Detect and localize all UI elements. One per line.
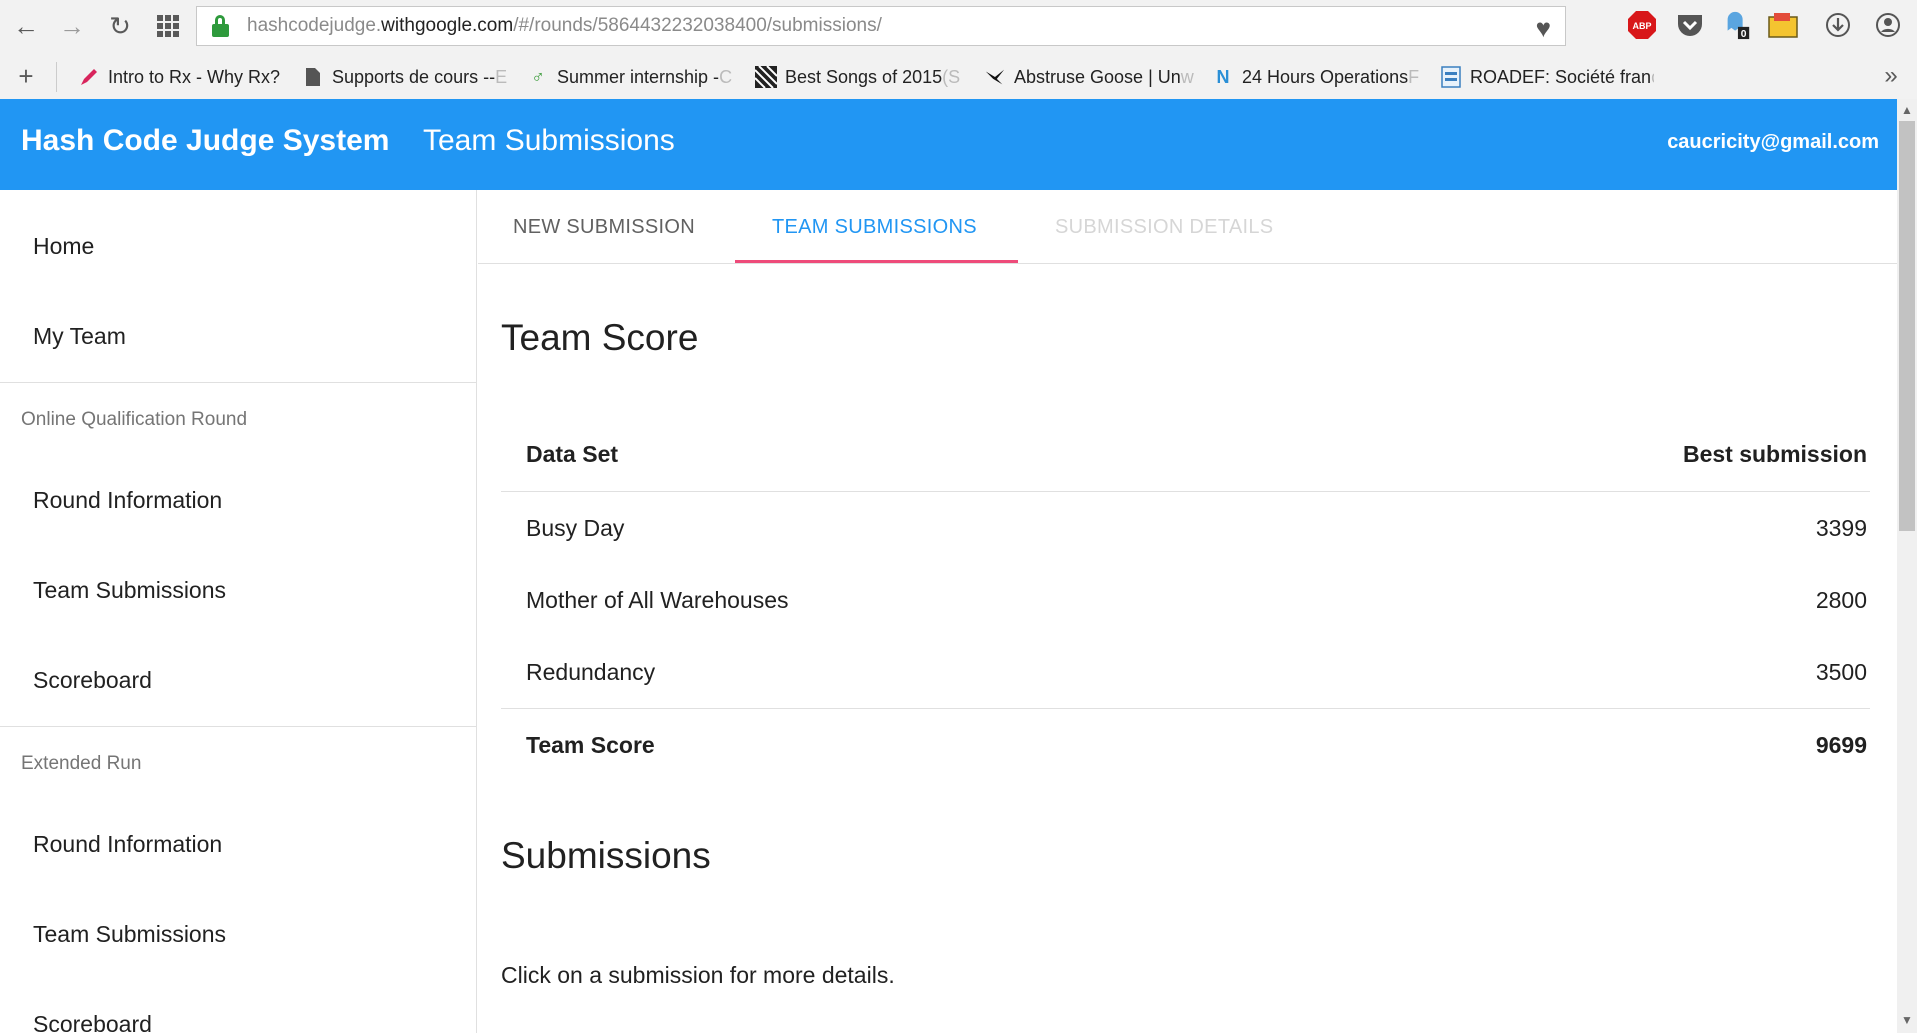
apps-grid-icon[interactable] <box>152 10 184 42</box>
reload-icon[interactable]: ↻ <box>104 10 136 42</box>
app-title[interactable]: Hash Code Judge System <box>21 124 389 158</box>
bookmark-item[interactable]: ROADEF: Société franç <box>1440 64 1654 90</box>
extension-badge: 0 <box>1741 29 1747 40</box>
total-value: 9699 <box>1815 732 1867 758</box>
stripes-icon <box>755 66 777 88</box>
bookmark-label-fade: E <box>495 66 508 87</box>
bookmark-label-fade: C <box>719 66 733 87</box>
page-icon <box>302 66 324 88</box>
dataset-score: 3500 <box>1815 659 1867 685</box>
bookmark-label: ROADEF: Société fran <box>1470 66 1652 87</box>
ghostery-icon[interactable]: 0 <box>1722 10 1752 40</box>
sidebar-item-team-submissions[interactable]: Team Submissions <box>33 577 226 604</box>
sidebar-item-team-submissions[interactable]: Team Submissions <box>33 921 226 948</box>
add-bookmark-icon[interactable]: + <box>10 60 42 92</box>
sidebar-item-scoreboard[interactable]: Scoreboard <box>33 1011 152 1033</box>
active-tab-indicator <box>735 260 1018 263</box>
dataset-name: Mother of All Warehouses <box>526 587 789 613</box>
scrollbar-thumb[interactable] <box>1899 121 1915 531</box>
scroll-down-icon[interactable]: ▼ <box>1897 1009 1917 1031</box>
bookmark-label: Supports de cours -- <box>332 66 496 87</box>
bookmark-label-fade: w <box>1180 66 1194 87</box>
lock-icon <box>211 15 231 37</box>
sidebar-divider <box>0 726 476 727</box>
dataset-score: 2800 <box>1815 587 1867 613</box>
bookmark-label-fade: F <box>1408 66 1420 87</box>
bookmark-item[interactable]: ♂ Summer internship - C <box>527 64 735 90</box>
submissions-heading: Submissions <box>501 835 711 876</box>
page-scrollbar[interactable]: ▲ ▼ <box>1897 99 1917 1033</box>
bookmark-item[interactable]: N 24 Hours Operations F <box>1212 64 1422 90</box>
scroll-up-icon[interactable]: ▲ <box>1897 99 1917 121</box>
address-bar[interactable]: hashcodejudge.withgoogle.com/#/rounds/58… <box>196 6 1566 46</box>
bookmarks-bar: + Intro to Rx - Why Rx? Supports de cour… <box>0 54 1917 99</box>
sidebar-divider <box>0 382 476 383</box>
folder-extension-icon[interactable] <box>1768 10 1798 40</box>
bookmark-item[interactable]: Intro to Rx - Why Rx? <box>78 64 288 90</box>
sidebar-item-round-information[interactable]: Round Information <box>33 831 222 858</box>
dataset-score: 3399 <box>1815 515 1867 541</box>
goose-icon <box>984 66 1006 88</box>
pocket-icon[interactable] <box>1675 10 1705 40</box>
bookmark-label: Abstruse Goose | Un <box>1014 66 1181 87</box>
app-header: Hash Code Judge System Team Submissions … <box>0 99 1897 190</box>
url-text[interactable]: hashcodejudge.withgoogle.com/#/rounds/58… <box>247 15 882 37</box>
browser-chrome: ← → ↻ hashcodejudge.withgoogle.com/#/rou… <box>0 0 1917 99</box>
column-header-best-submission: Best submission <box>1682 441 1867 467</box>
leaf-icon: ♂ <box>531 66 545 87</box>
tab-bar: NEW SUBMISSION TEAM SUBMISSIONS SUBMISSI… <box>478 190 1897 264</box>
bookmarks-divider <box>56 62 57 92</box>
download-icon[interactable] <box>1823 10 1853 40</box>
heart-icon[interactable]: ♥ <box>1536 13 1551 44</box>
tab-new-submission[interactable]: NEW SUBMISSION <box>513 216 695 239</box>
adblock-label: ABP <box>1632 21 1651 31</box>
bookmark-label: Intro to Rx - Why Rx? <box>108 66 281 87</box>
team-score-heading: Team Score <box>501 317 699 358</box>
bookmark-item[interactable]: Best Songs of 2015 (S <box>755 64 967 90</box>
bookmark-label: Summer internship - <box>557 66 720 87</box>
table-divider <box>501 708 1870 709</box>
sidebar-section-heading: Online Qualification Round <box>21 409 248 430</box>
submissions-hint: Click on a submission for more details. <box>501 962 895 988</box>
n-icon: N <box>1216 66 1230 87</box>
sidebar-item-round-information[interactable]: Round Information <box>33 487 222 514</box>
dataset-name: Redundancy <box>526 659 656 685</box>
sidebar-nav: Home My Team Online Qualification Round … <box>0 190 477 1033</box>
bookmark-label-fade: ç <box>1651 67 1654 88</box>
bookmark-label-fade: (S <box>942 66 961 87</box>
total-label: Team Score <box>526 732 655 758</box>
bookmark-item[interactable]: Abstruse Goose | Un w <box>984 64 1196 90</box>
column-header-data-set: Data Set <box>526 441 619 467</box>
back-arrow-icon[interactable]: ← <box>10 10 42 42</box>
sidebar-item-home[interactable]: Home <box>33 233 94 260</box>
tab-submission-details: SUBMISSION DETAILS <box>1055 216 1274 238</box>
forward-arrow-icon[interactable]: → <box>56 10 88 42</box>
dataset-name: Busy Day <box>526 515 625 541</box>
adblock-icon[interactable]: ABP <box>1627 10 1657 40</box>
bookmark-label: Best Songs of 2015 <box>785 66 943 87</box>
sidebar-item-my-team[interactable]: My Team <box>33 323 126 350</box>
pen-icon <box>78 66 100 88</box>
tab-team-submissions[interactable]: TEAM SUBMISSIONS <box>772 216 977 239</box>
user-email[interactable]: caucricity@gmail.com <box>1667 131 1879 154</box>
table-divider <box>501 491 1870 492</box>
profile-icon[interactable] <box>1873 10 1903 40</box>
roadef-icon <box>1440 66 1462 88</box>
browser-toolbar: ← → ↻ hashcodejudge.withgoogle.com/#/rou… <box>0 0 1917 54</box>
page-title: Team Submissions <box>423 124 675 157</box>
bookmark-item[interactable]: Supports de cours -- E <box>302 64 510 90</box>
sidebar-item-scoreboard[interactable]: Scoreboard <box>33 667 152 694</box>
main-content: NEW SUBMISSION TEAM SUBMISSIONS SUBMISSI… <box>478 190 1897 1033</box>
bookmarks-overflow-icon[interactable]: » <box>1875 60 1907 92</box>
sidebar-section-heading: Extended Run <box>21 753 142 774</box>
bookmark-label: 24 Hours Operations <box>1242 66 1409 87</box>
